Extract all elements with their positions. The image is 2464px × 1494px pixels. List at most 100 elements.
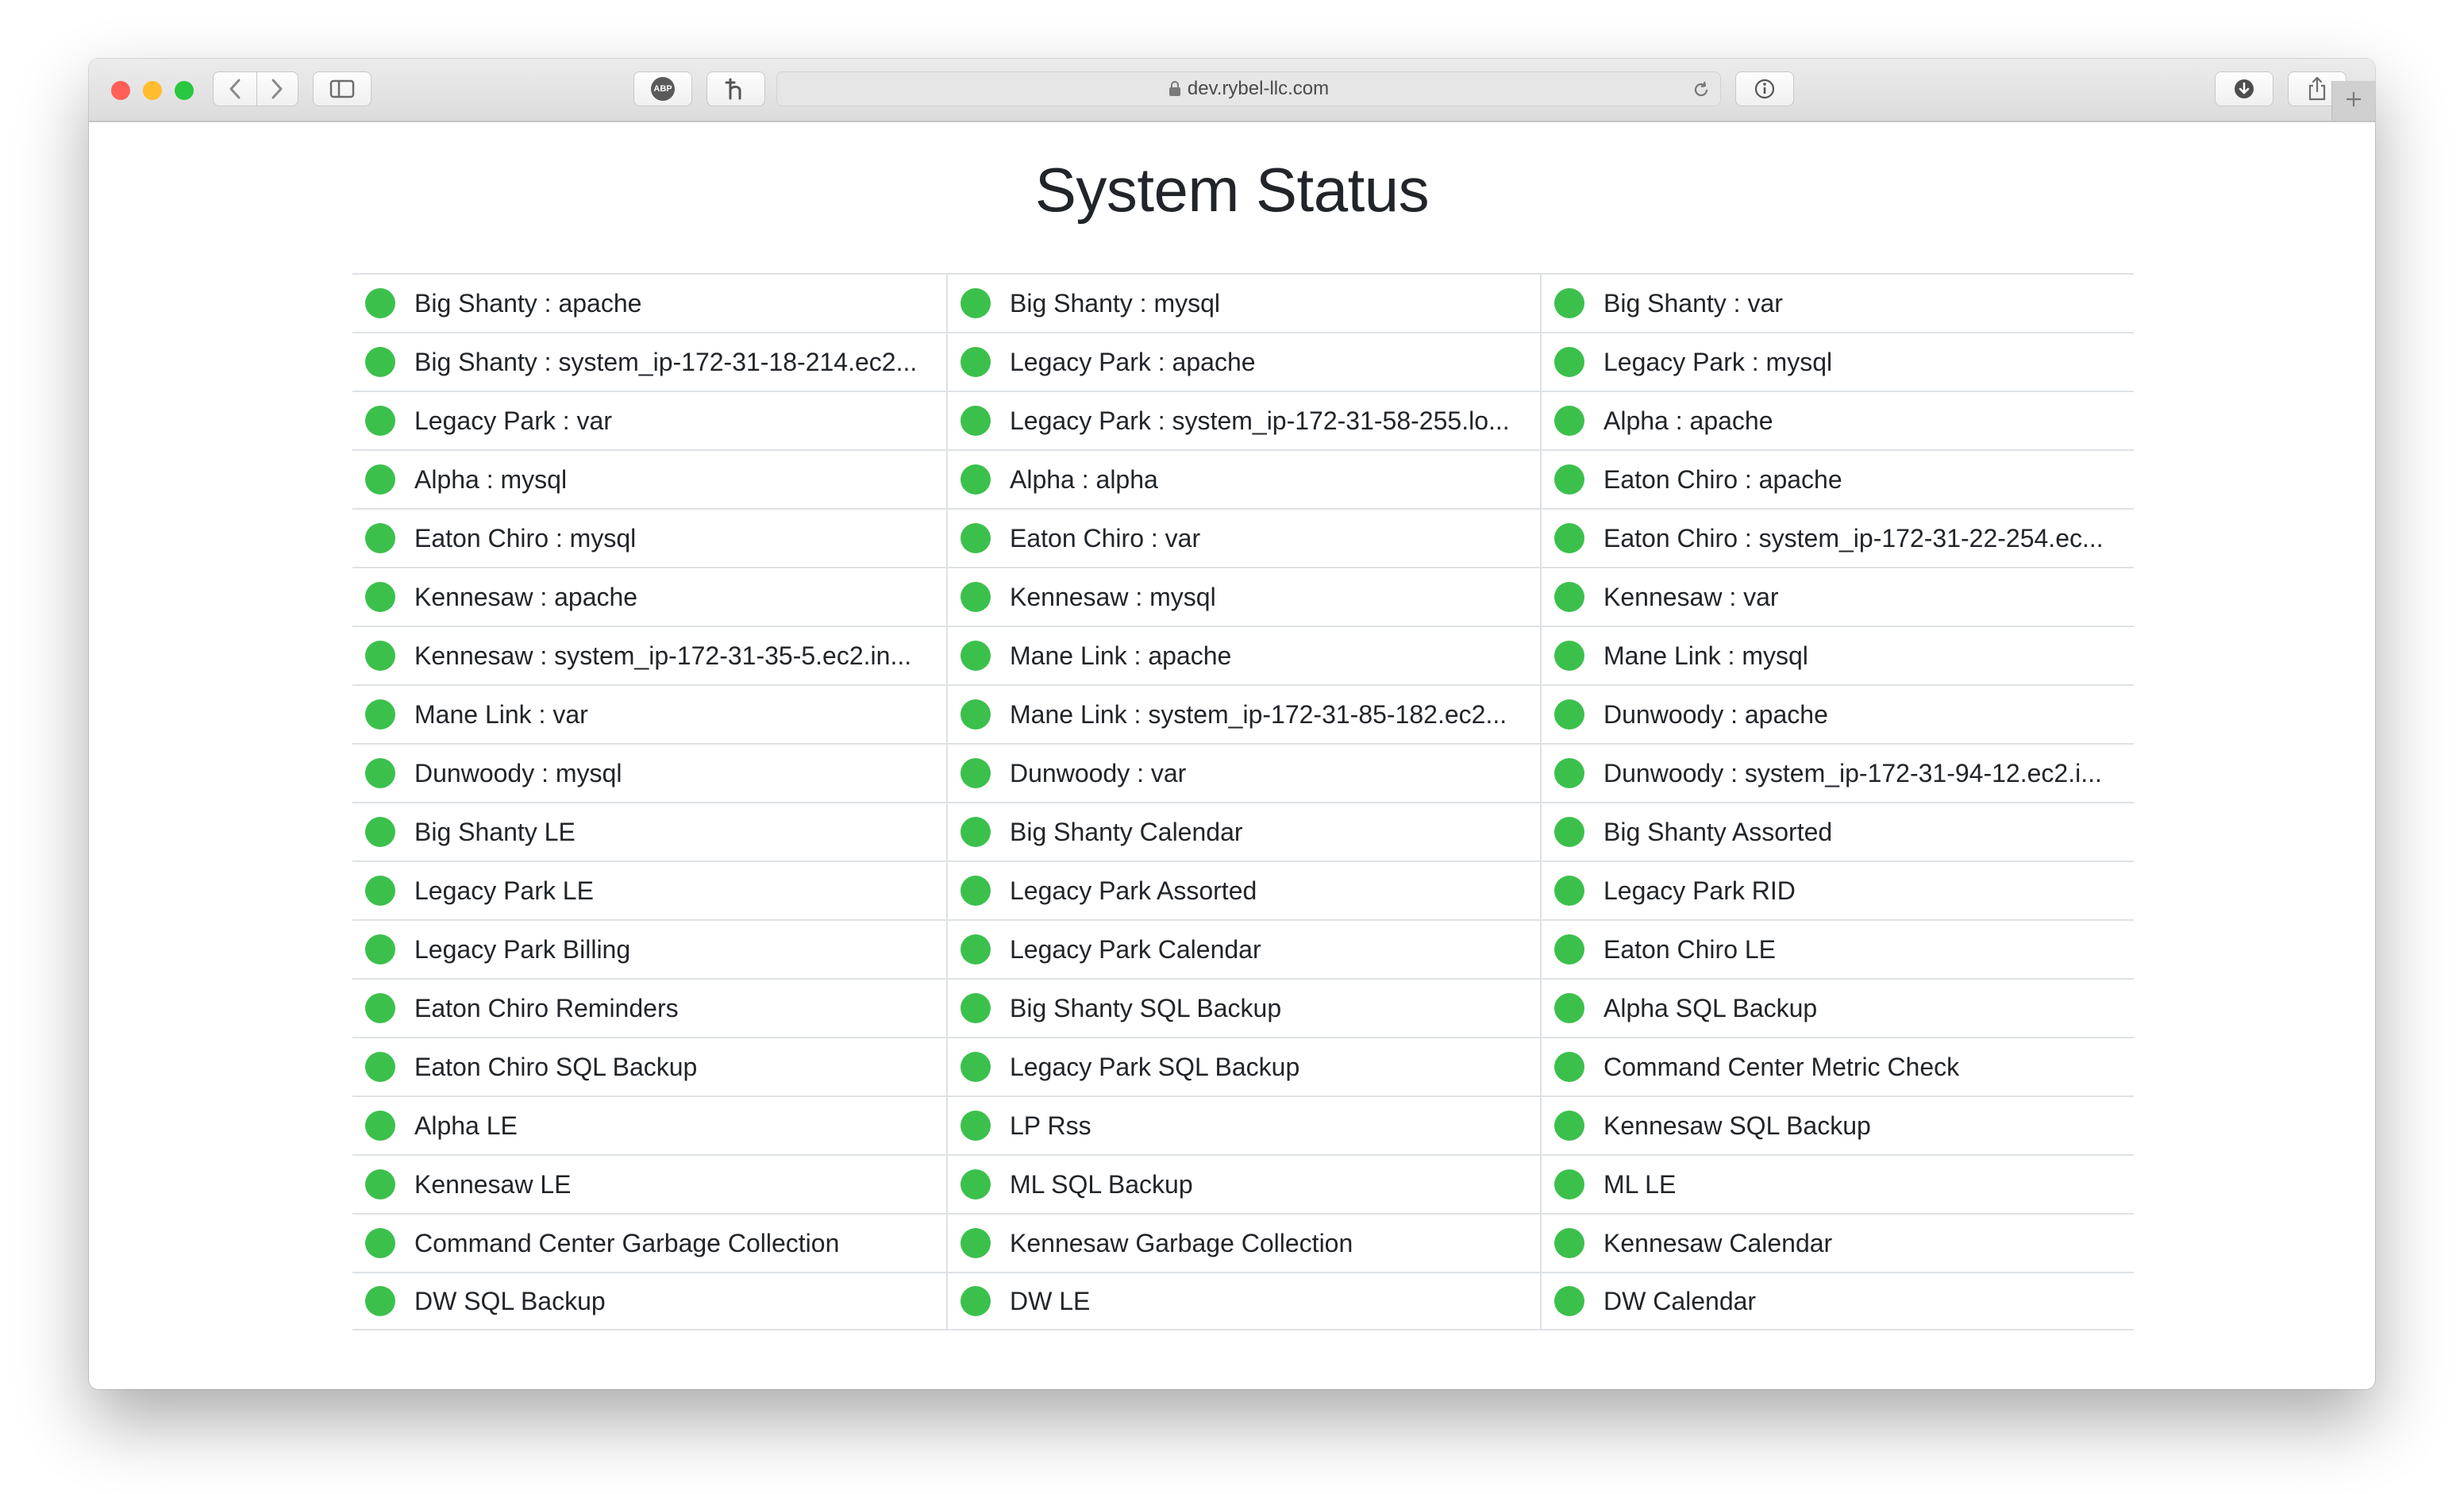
browser-toolbar: ABP dev.rybel-llc.com <box>89 59 2375 122</box>
status-indicator-icon <box>961 699 991 730</box>
status-cell: DW Calendar <box>1540 1272 2134 1330</box>
extension-button[interactable] <box>706 71 765 106</box>
status-label: Kennesaw : var <box>1604 582 1779 611</box>
status-indicator-icon <box>365 406 395 436</box>
status-indicator-icon <box>1554 1169 1584 1199</box>
status-label: Legacy Park RID <box>1604 876 1796 905</box>
status-cell: Legacy Park Assorted <box>946 861 1540 919</box>
close-window-button[interactable] <box>111 81 130 100</box>
status-indicator-icon <box>961 1169 991 1199</box>
downloads-button[interactable] <box>2215 71 2273 106</box>
status-cell: Alpha SQL Backup <box>1540 978 2134 1037</box>
adblock-button[interactable]: ABP <box>633 71 692 106</box>
status-label: Big Shanty Assorted <box>1604 817 1833 846</box>
status-label: Big Shanty LE <box>414 817 576 846</box>
status-indicator-icon <box>1554 817 1584 847</box>
share-icon <box>2307 76 2327 102</box>
address-bar[interactable]: dev.rybel-llc.com <box>776 71 1721 106</box>
status-cell: Kennesaw : mysql <box>946 567 1540 626</box>
status-label: Dunwoody : mysql <box>414 758 622 787</box>
status-cell: Eaton Chiro LE <box>1540 919 2134 978</box>
status-cell: Kennesaw LE <box>352 1154 946 1213</box>
status-cell: Command Center Garbage Collection <box>352 1213 946 1272</box>
status-cell: Legacy Park : var <box>352 391 946 449</box>
status-indicator-icon <box>961 288 991 318</box>
adblock-icon: ABP <box>651 77 675 101</box>
status-cell: Big Shanty : mysql <box>946 273 1540 332</box>
status-label: Eaton Chiro : mysql <box>414 523 637 553</box>
status-indicator-icon <box>365 934 395 965</box>
status-cell: Legacy Park : system_ip-172-31-58-255.lo… <box>946 391 1540 449</box>
status-cell: Eaton Chiro : var <box>946 508 1540 567</box>
status-cell: Big Shanty SQL Backup <box>946 978 1540 1037</box>
status-indicator-icon <box>961 464 991 495</box>
status-cell: Legacy Park : apache <box>946 332 1540 391</box>
status-cell: Legacy Park RID <box>1540 861 2134 919</box>
sidebar-button[interactable] <box>313 71 372 106</box>
status-table: Big Shanty : apache Big Shanty : mysql Big… <box>352 273 2134 1330</box>
status-label: Alpha : apache <box>1604 406 1773 435</box>
status-label: Legacy Park : var <box>414 406 612 435</box>
status-indicator-icon <box>1554 876 1584 906</box>
status-label: Dunwoody : var <box>1010 758 1187 787</box>
status-label: Mane Link : mysql <box>1604 641 1808 670</box>
status-cell: Dunwoody : var <box>946 743 1540 802</box>
status-cell: Big Shanty : system_ip-172-31-18-214.ec2… <box>352 332 946 391</box>
info-icon <box>1754 78 1776 100</box>
status-cell: Kennesaw : var <box>1540 567 2134 626</box>
status-indicator-icon <box>1554 1286 1584 1316</box>
minimize-window-button[interactable] <box>143 81 162 100</box>
forward-icon[interactable] <box>256 78 298 100</box>
status-label: LP Rss <box>1010 1111 1091 1140</box>
status-cell: Dunwoody : mysql <box>352 743 946 802</box>
reload-icon[interactable] <box>1692 80 1711 103</box>
status-indicator-icon <box>365 1111 395 1141</box>
status-cell: Alpha : mysql <box>352 449 946 508</box>
status-indicator-icon <box>365 641 395 671</box>
status-cell: Legacy Park LE <box>352 861 946 919</box>
extension-icon <box>725 77 747 101</box>
status-indicator-icon <box>961 817 991 847</box>
lock-icon <box>1168 81 1181 97</box>
plus-icon <box>2344 90 2363 113</box>
status-cell: Big Shanty LE <box>352 802 946 861</box>
new-tab-button[interactable] <box>2331 81 2375 121</box>
status-indicator-icon <box>961 1286 991 1316</box>
status-cell: Big Shanty : var <box>1540 273 2134 332</box>
browser-window: ABP dev.rybel-llc.com System Status Big … <box>89 59 2375 1389</box>
status-label: Big Shanty : apache <box>414 288 642 318</box>
status-cell: Legacy Park Calendar <box>946 919 1540 978</box>
status-label: Eaton Chiro : apache <box>1604 464 1842 494</box>
status-label: Alpha : alpha <box>1010 464 1158 494</box>
back-icon[interactable] <box>214 78 256 100</box>
status-indicator-icon <box>1554 993 1584 1023</box>
status-indicator-icon <box>961 1052 991 1082</box>
status-label: Command Center Garbage Collection <box>414 1228 840 1257</box>
status-label: Big Shanty : system_ip-172-31-18-214.ec2… <box>414 347 918 376</box>
status-label: Eaton Chiro LE <box>1604 934 1777 964</box>
status-label: Kennesaw Garbage Collection <box>1010 1228 1353 1257</box>
status-indicator-icon <box>365 1228 395 1258</box>
status-label: Legacy Park Assorted <box>1010 876 1257 905</box>
status-indicator-icon <box>1554 934 1584 965</box>
status-cell: Legacy Park : mysql <box>1540 332 2134 391</box>
status-indicator-icon <box>961 582 991 612</box>
status-indicator-icon <box>365 699 395 730</box>
url-text: dev.rybel-llc.com <box>1187 78 1330 99</box>
status-cell: Alpha : alpha <box>946 449 1540 508</box>
zoom-window-button[interactable] <box>175 81 194 100</box>
status-label: DW SQL Backup <box>414 1286 606 1315</box>
status-indicator-icon <box>961 993 991 1023</box>
status-label: Legacy Park : mysql <box>1604 347 1833 376</box>
status-label: Kennesaw : apache <box>414 582 638 611</box>
status-indicator-icon <box>961 523 991 553</box>
status-cell: Mane Link : mysql <box>1540 626 2134 684</box>
status-label: Kennesaw Calendar <box>1604 1228 1833 1257</box>
status-cell: Alpha : apache <box>1540 391 2134 449</box>
status-indicator-icon <box>961 758 991 788</box>
status-indicator-icon <box>1554 406 1584 436</box>
status-cell: Big Shanty Assorted <box>1540 802 2134 861</box>
info-button[interactable] <box>1735 71 1794 106</box>
status-indicator-icon <box>365 817 395 847</box>
status-indicator-icon <box>365 288 395 318</box>
